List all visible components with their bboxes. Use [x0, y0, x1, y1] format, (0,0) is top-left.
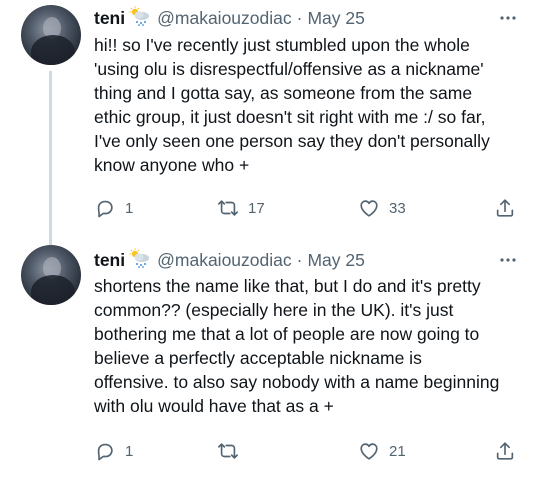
tweet-header: teni @makaiouzodiac · May 25: [94, 6, 365, 30]
retweet-button[interactable]: [217, 439, 248, 463]
user-handle[interactable]: @makaiouzodiac: [157, 250, 292, 271]
more-horizontal-icon[interactable]: [498, 250, 518, 270]
share-icon: [496, 199, 514, 217]
reply-button[interactable]: 1: [94, 439, 133, 463]
tweet-text: shortens the name like that, but I do an…: [94, 276, 500, 416]
cloud-rain-sun-icon: [129, 248, 151, 273]
share-icon: [496, 442, 514, 460]
tweet-date[interactable]: May 25: [307, 8, 364, 29]
tweet-text: hi!! so I've recently just stumbled upon…: [94, 35, 490, 175]
tweet-header: teni @makaiouzodiac · May 25: [94, 248, 365, 272]
separator-dot: ·: [296, 249, 303, 270]
thread-line: [49, 71, 52, 246]
retweet-button[interactable]: 17: [217, 196, 265, 220]
avatar[interactable]: [21, 5, 81, 65]
reply-icon: [97, 200, 113, 218]
cloud-rain-sun-icon: [129, 6, 151, 31]
share-button[interactable]: [494, 196, 516, 220]
reply-count: 1: [125, 442, 134, 460]
tweet[interactable]: teni @makaiouzodiac · May 25 hi!! so I'v…: [0, 0, 540, 246]
display-name[interactable]: teni: [94, 8, 125, 29]
retweet-icon: [218, 443, 238, 459]
share-button[interactable]: [494, 439, 516, 463]
retweet-count: 17: [248, 199, 265, 217]
retweet-icon: [218, 200, 238, 216]
heart-icon: [360, 443, 378, 460]
action-bar: 1 17 33: [94, 196, 524, 220]
separator-dot: ·: [296, 7, 303, 28]
action-bar: 1 21: [94, 439, 524, 463]
user-handle[interactable]: @makaiouzodiac: [157, 8, 292, 29]
like-button[interactable]: 33: [358, 196, 406, 220]
heart-icon: [360, 200, 378, 217]
avatar[interactable]: [21, 245, 81, 305]
tweet-date[interactable]: May 25: [307, 250, 364, 271]
more-horizontal-icon[interactable]: [498, 8, 518, 28]
like-count: 33: [389, 199, 406, 217]
display-name[interactable]: teni: [94, 250, 125, 271]
reply-count: 1: [125, 199, 134, 217]
like-count: 21: [389, 442, 406, 460]
like-button[interactable]: 21: [358, 439, 406, 463]
reply-icon: [97, 443, 113, 461]
reply-button[interactable]: 1: [94, 196, 133, 220]
